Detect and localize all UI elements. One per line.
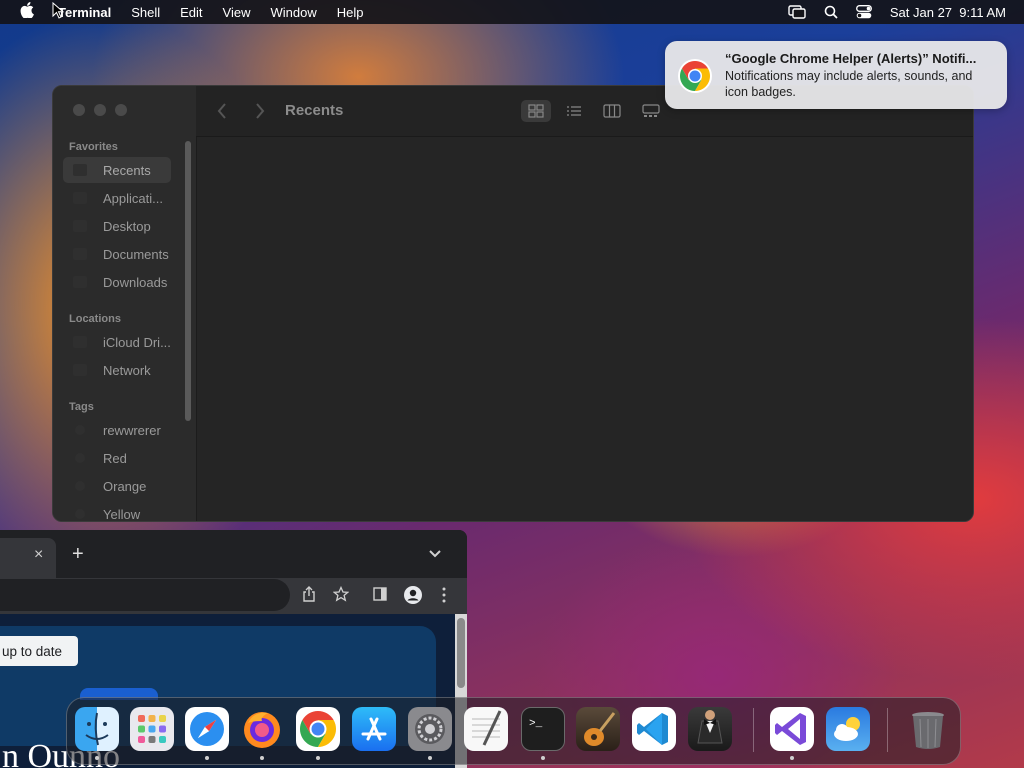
finder-content-area[interactable] xyxy=(197,137,973,521)
running-indicator xyxy=(95,756,99,760)
menu-window[interactable]: Window xyxy=(271,5,317,20)
dock-visual-studio-icon[interactable] xyxy=(770,707,814,751)
dock-terminal-icon[interactable]: >_ xyxy=(521,707,565,751)
back-chevron-icon[interactable] xyxy=(216,100,228,122)
minimize-window-button[interactable] xyxy=(94,104,106,116)
dock-garageband-icon[interactable] xyxy=(576,707,620,751)
dock-separator xyxy=(887,708,888,752)
running-indicator xyxy=(260,756,264,760)
dock-separator xyxy=(753,708,754,752)
sidebar-header-favorites: Favorites xyxy=(69,141,118,153)
download-icon xyxy=(73,276,87,288)
dock-trash-icon[interactable] xyxy=(906,707,950,751)
running-indicator xyxy=(428,756,432,760)
mouse-cursor-icon xyxy=(52,2,64,19)
dock-system-settings-icon[interactable] xyxy=(408,707,452,751)
dock-bartender-icon[interactable] xyxy=(688,707,732,751)
notification-title: “Google Chrome Helper (Alerts)” Notifi..… xyxy=(725,51,977,66)
menu-edit[interactable]: Edit xyxy=(180,5,202,20)
dock-launchpad-icon[interactable] xyxy=(130,707,174,751)
dock-app-store-icon[interactable] xyxy=(352,707,396,751)
sidebar-tag-red[interactable]: Red xyxy=(63,445,171,471)
clock-icon xyxy=(73,164,87,176)
running-indicator xyxy=(316,756,320,760)
desktop-icon xyxy=(73,220,87,232)
chrome-tab-strip: × + xyxy=(0,530,467,578)
screen-mirroring-icon[interactable] xyxy=(788,5,806,19)
dock-vscode-icon[interactable] xyxy=(632,707,676,751)
running-indicator xyxy=(205,756,209,760)
menu-help[interactable]: Help xyxy=(337,5,364,20)
sidebar-header-locations: Locations xyxy=(69,313,121,325)
icon-view-grid-icon[interactable] xyxy=(521,100,551,122)
dock: >_ xyxy=(66,697,961,765)
dock-finder-icon[interactable] xyxy=(75,707,119,751)
svg-text:>_: >_ xyxy=(529,718,543,730)
new-tab-button[interactable]: + xyxy=(72,543,84,566)
bookmark-star-icon[interactable] xyxy=(332,585,350,607)
notification-body: Notifications may include alerts, sounds… xyxy=(725,69,973,99)
tag-dot-icon xyxy=(75,453,85,463)
zoom-window-button[interactable] xyxy=(115,104,127,116)
sidebar-item-network[interactable]: Network xyxy=(63,357,171,383)
running-indicator xyxy=(541,756,545,760)
dock-firefox-icon[interactable] xyxy=(240,707,284,751)
sidebar-item-downloads[interactable]: Downloads xyxy=(63,269,171,295)
dock-weather-icon[interactable] xyxy=(826,707,870,751)
sidebar-tag-yellow[interactable]: Yellow xyxy=(63,501,171,521)
menu-app-terminal[interactable]: Terminal xyxy=(58,5,111,20)
tag-dot-icon xyxy=(75,509,85,519)
sidebar-item-applications[interactable]: Applicati... xyxy=(63,185,171,211)
column-view-icon[interactable] xyxy=(599,100,625,122)
list-view-icon[interactable] xyxy=(561,100,587,122)
finder-window: Favorites Recents Applicati... Desktop D… xyxy=(52,85,974,522)
tag-dot-icon xyxy=(75,425,85,435)
tag-dot-icon xyxy=(75,481,85,491)
share-icon[interactable] xyxy=(302,586,316,607)
control-center-icon[interactable] xyxy=(855,5,872,19)
running-indicator xyxy=(790,756,794,760)
more-menu-kebab-icon[interactable] xyxy=(442,587,446,608)
address-bar[interactable] xyxy=(0,579,290,611)
clock-datetime[interactable]: Sat Jan 27 9:11 AM xyxy=(890,5,1006,20)
dock-chrome-icon[interactable] xyxy=(296,707,340,751)
document-icon xyxy=(73,248,87,260)
page-scrollbar-thumb[interactable] xyxy=(457,618,465,688)
close-window-button[interactable] xyxy=(73,104,85,116)
cloud-icon xyxy=(73,336,87,348)
network-icon xyxy=(73,364,87,376)
dock-safari-icon[interactable] xyxy=(185,707,229,751)
menu-shell[interactable]: Shell xyxy=(131,5,160,20)
dock-textedit-icon[interactable] xyxy=(464,707,508,751)
chrome-tab[interactable] xyxy=(0,538,56,578)
finder-sidebar: Favorites Recents Applicati... Desktop D… xyxy=(53,86,197,521)
sidebar-item-documents[interactable]: Documents xyxy=(63,241,171,267)
apple-menu-icon[interactable] xyxy=(20,2,36,22)
update-tooltip: up to date xyxy=(0,636,78,666)
finder-title: Recents xyxy=(285,102,344,119)
gallery-view-icon[interactable] xyxy=(638,100,664,122)
side-panel-icon[interactable] xyxy=(373,587,387,606)
applications-icon xyxy=(73,192,87,204)
notification-banner[interactable]: “Google Chrome Helper (Alerts)” Notifi..… xyxy=(665,41,1007,109)
close-tab-icon[interactable]: × xyxy=(34,546,43,564)
spotlight-search-icon[interactable] xyxy=(824,5,838,19)
window-controls xyxy=(73,104,127,116)
sidebar-scrollbar[interactable] xyxy=(185,141,191,421)
sidebar-header-tags: Tags xyxy=(69,401,94,413)
sidebar-item-recents[interactable]: Recents xyxy=(63,157,171,183)
sidebar-tag-orange[interactable]: Orange xyxy=(63,473,171,499)
sidebar-item-desktop[interactable]: Desktop xyxy=(63,213,171,239)
menu-view[interactable]: View xyxy=(223,5,251,20)
forward-chevron-icon[interactable] xyxy=(254,100,266,122)
menu-bar: Terminal Shell Edit View Window Help Sat… xyxy=(0,0,1024,24)
google-chrome-icon xyxy=(678,59,712,93)
profile-avatar-icon[interactable] xyxy=(403,585,423,610)
tab-search-chevron-down-icon[interactable] xyxy=(428,546,442,564)
sidebar-item-icloud-drive[interactable]: iCloud Dri... xyxy=(63,329,171,355)
sidebar-tag-rewwrerer[interactable]: rewwrerer xyxy=(63,417,171,443)
